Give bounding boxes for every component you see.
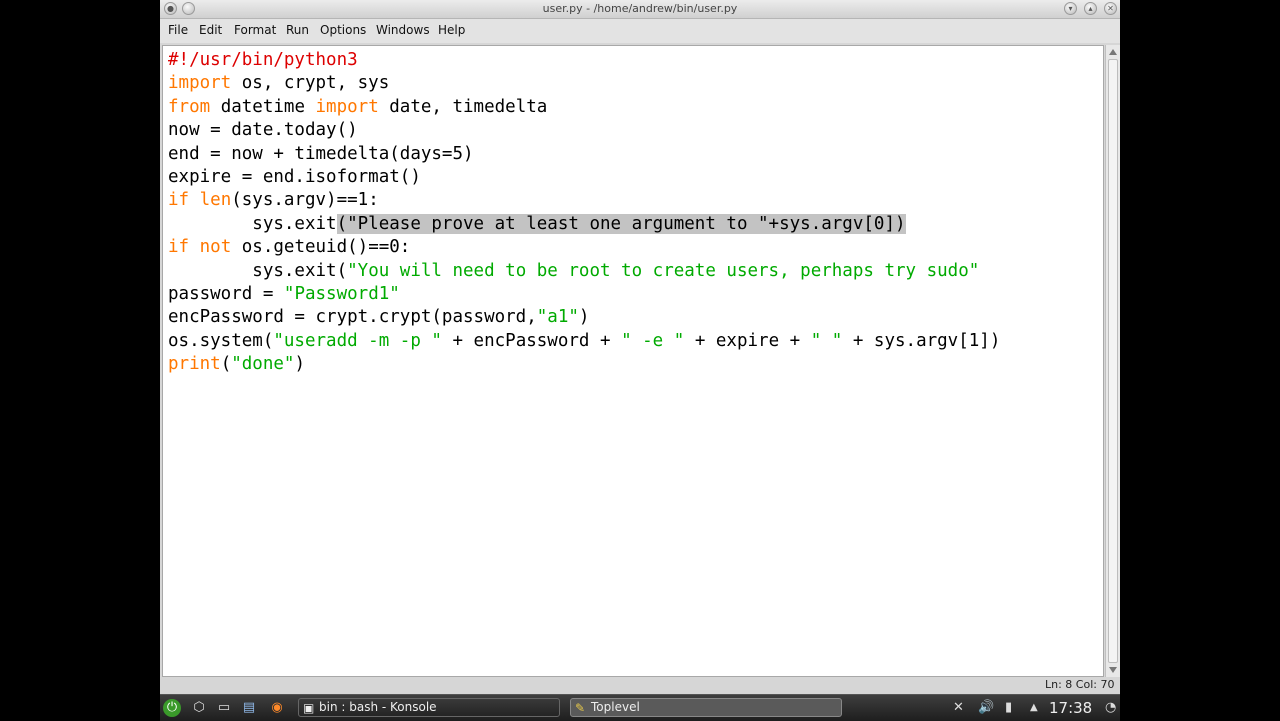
menu-windows[interactable]: Windows	[376, 23, 430, 37]
taskbar: ⏻ ⬡ ▭ ▤ ◉ ▣ bin : bash - Konsole ✎ Tople…	[160, 694, 1120, 721]
vertical-scrollbar[interactable]	[1105, 45, 1120, 677]
code-line[interactable]: sys.exit("Please prove at least one argu…	[168, 213, 1000, 236]
window-title: user.py - /home/andrew/bin/user.py	[542, 2, 738, 15]
network-icon[interactable]: ✕	[953, 700, 964, 715]
code-token: not	[199, 237, 232, 258]
file-manager-icon[interactable]: ▤	[240, 699, 258, 717]
code-text[interactable]: #!/usr/bin/python3 import os, crypt, sys f…	[168, 49, 1000, 376]
code-token: import	[168, 73, 232, 94]
code-token: encPassword = crypt.crypt(password,	[168, 307, 537, 328]
terminal-icon: ▣	[303, 701, 315, 715]
menu-run[interactable]: Run	[286, 23, 309, 37]
code-line[interactable]: os.system("useradd -m -p " + encPassword…	[168, 330, 1000, 353]
code-token: + encPassword +	[441, 330, 622, 351]
code-line[interactable]: from datetime import date, timedelta	[168, 96, 1000, 119]
menu-file[interactable]: File	[168, 23, 188, 37]
code-token: datetime	[210, 96, 316, 117]
scrollbar-thumb[interactable]	[1108, 59, 1118, 663]
battery-icon[interactable]: ▮	[1005, 700, 1012, 715]
start-menu-icon[interactable]: ⏻	[163, 699, 181, 717]
show-desktop-icon[interactable]: ▭	[215, 699, 233, 717]
code-token: password =	[168, 283, 284, 304]
window-titlebar[interactable]: ● user.py - /home/andrew/bin/user.py ▾ ▴…	[160, 0, 1120, 19]
code-token: import	[315, 96, 379, 117]
code-token: if	[168, 190, 190, 211]
code-line[interactable]: print("done")	[168, 353, 1000, 376]
code-line[interactable]: #!/usr/bin/python3	[168, 49, 1000, 72]
code-token: sys.exit	[168, 213, 337, 234]
clock: 17:38	[1049, 699, 1093, 717]
menu-format[interactable]: Format	[234, 23, 276, 37]
code-line[interactable]: if not os.geteuid()==0:	[168, 236, 1000, 259]
code-token: " -e "	[621, 330, 685, 351]
menu-options[interactable]: Options	[320, 23, 366, 37]
code-line[interactable]: sys.exit("You will need to be root to cr…	[168, 260, 1000, 283]
menu-bar: File Edit Format Run Options Windows Hel…	[160, 19, 1120, 43]
code-token: " "	[810, 330, 843, 351]
code-token: os.system(	[168, 330, 274, 351]
task-toplevel-label: Toplevel	[591, 700, 640, 714]
power-icon[interactable]: ◔	[1105, 700, 1116, 715]
code-line[interactable]: encPassword = crypt.crypt(password,"a1")	[168, 306, 1000, 329]
task-konsole-label: bin : bash - Konsole	[319, 700, 437, 714]
task-toplevel[interactable]: ✎ Toplevel	[570, 698, 842, 717]
code-token: "Password1"	[283, 283, 400, 304]
code-token: os, crypt, sys	[231, 73, 390, 94]
minimize-icon[interactable]: ▾	[1064, 2, 1077, 15]
code-line[interactable]: expire = end.isoformat()	[168, 166, 1000, 189]
code-token: + sys.argv[1])	[842, 330, 1001, 351]
code-line[interactable]: end = now + timedelta(days=5)	[168, 143, 1000, 166]
code-token: )	[578, 307, 590, 328]
cursor-position-status: Ln: 8 Col: 70	[1045, 678, 1115, 691]
desktop-screen: ● user.py - /home/andrew/bin/user.py ▾ ▴…	[160, 0, 1120, 721]
code-token: "You will need to be root to create user…	[347, 260, 980, 281]
code-line[interactable]: now = date.today()	[168, 119, 1000, 142]
package-icon[interactable]: ⬡	[190, 699, 208, 717]
code-token: (sys.argv)==1:	[231, 190, 379, 211]
code-token: #!/usr/bin/python3	[168, 50, 358, 70]
code-token: "a1"	[536, 307, 579, 328]
tray-expand-icon[interactable]: ▲	[1030, 702, 1038, 713]
code-token: )	[294, 354, 305, 375]
code-token: sys.exit(	[168, 260, 348, 281]
code-token: len	[199, 190, 232, 211]
code-token: "useradd -m -p "	[273, 330, 442, 351]
task-konsole[interactable]: ▣ bin : bash - Konsole	[298, 698, 560, 717]
code-token: "done"	[231, 354, 295, 375]
code-token: ("Please prove at least one argument to …	[336, 213, 906, 234]
code-line[interactable]: if len(sys.argv)==1:	[168, 189, 1000, 212]
code-token: now = date.today()	[168, 120, 358, 141]
maximize-icon[interactable]: ▴	[1084, 2, 1097, 15]
scroll-down-icon[interactable]	[1109, 667, 1117, 673]
scroll-up-icon[interactable]	[1109, 49, 1117, 55]
code-editor[interactable]: #!/usr/bin/python3 import os, crypt, sys f…	[162, 45, 1104, 677]
code-token: expire = end.isoformat()	[168, 166, 421, 187]
volume-icon[interactable]: 🔊	[978, 700, 994, 715]
code-token: end = now + timedelta(days=5)	[168, 143, 474, 164]
code-token: date, timedelta	[378, 96, 548, 117]
code-line[interactable]: import os, crypt, sys	[168, 72, 1000, 95]
firefox-icon[interactable]: ◉	[268, 699, 286, 717]
menu-edit[interactable]: Edit	[199, 23, 222, 37]
menu-help[interactable]: Help	[438, 23, 465, 37]
code-token: (	[220, 354, 232, 375]
code-token: + expire +	[684, 330, 811, 351]
close-icon[interactable]: ✕	[1104, 2, 1117, 15]
code-token: if	[168, 237, 190, 258]
code-token: os.geteuid()==0:	[231, 237, 411, 258]
idle-icon: ✎	[575, 701, 586, 715]
code-token: from	[168, 96, 211, 117]
code-line[interactable]: password = "Password1"	[168, 283, 1000, 306]
code-token: print	[168, 354, 221, 375]
